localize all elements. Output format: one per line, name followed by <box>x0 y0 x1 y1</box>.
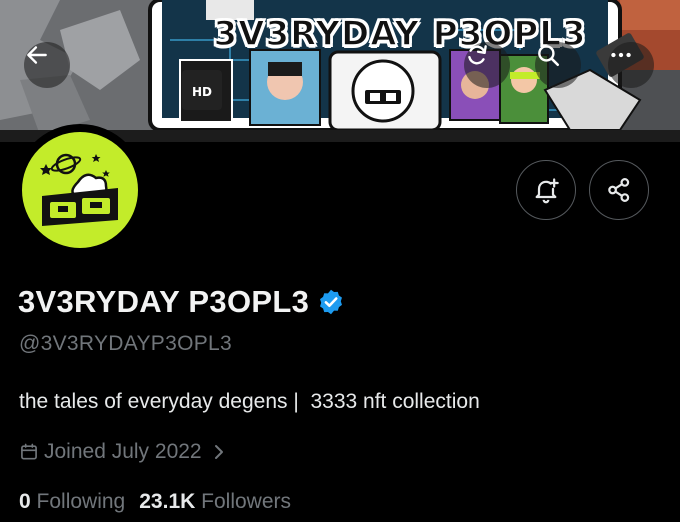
display-name: 3V3RYDAY P3OPL3 <box>18 284 310 319</box>
chevron-right-icon <box>212 444 226 460</box>
followers-count: 23.1K <box>139 490 196 513</box>
following-count: 0 <box>19 490 31 513</box>
following-link[interactable]: 0 Following <box>19 490 125 514</box>
search-button[interactable] <box>535 42 581 88</box>
following-label: Following <box>36 490 126 513</box>
banner-card-label: HD <box>192 85 212 99</box>
bell-plus-icon <box>535 178 559 204</box>
avatar-image <box>19 129 141 251</box>
name-row: 3V3RYDAY P3OPL3 <box>18 284 345 320</box>
followers-label: Followers <box>201 490 291 513</box>
more-button[interactable] <box>608 42 654 88</box>
share-icon <box>608 178 630 202</box>
calendar-icon <box>19 442 39 462</box>
profile-avatar[interactable] <box>14 124 146 256</box>
user-handle: @3V3RYDAYP3OPL3 <box>19 332 232 355</box>
search-icon <box>538 45 560 67</box>
more-icon <box>611 52 631 58</box>
follow-stats: 0 Following 23.1K Followers <box>19 490 291 514</box>
refresh-icon <box>468 45 487 65</box>
joined-date-text: Joined July 2022 <box>44 440 202 463</box>
followers-link[interactable]: 23.1K Followers <box>139 490 291 514</box>
avatar-logo-icon <box>40 153 118 226</box>
joined-date-row[interactable]: Joined July 2022 <box>19 440 226 464</box>
arrow-left-icon <box>27 46 47 64</box>
verified-badge-icon[interactable] <box>317 288 345 316</box>
refresh-button[interactable] <box>464 42 510 88</box>
profile-banner[interactable]: HD 3V3RYDAY P3OPL3 <box>0 0 680 142</box>
share-button[interactable] <box>589 160 649 220</box>
back-button[interactable] <box>24 42 70 88</box>
notifications-button[interactable] <box>516 160 576 220</box>
profile-bio: the tales of everyday degens | 3333 nft … <box>19 390 480 413</box>
